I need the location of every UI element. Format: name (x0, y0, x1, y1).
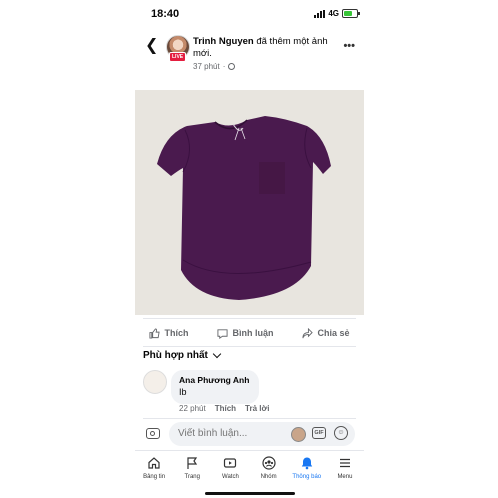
status-bar: 18:40 4G (135, 0, 364, 28)
share-button[interactable]: Chia sẻ (302, 327, 350, 339)
comment-like-button[interactable]: Thích (215, 404, 236, 413)
author-name[interactable]: Trinh Nguyen (193, 36, 254, 47)
home-indicator (205, 492, 295, 495)
gif-button[interactable]: GIF (312, 427, 326, 439)
comment-reply-button[interactable]: Trả lời (245, 404, 269, 413)
tab-watch[interactable]: Watch (211, 450, 249, 490)
comment-bubble[interactable]: Ana Phương Anh Ib (171, 370, 260, 404)
groups-icon (261, 456, 276, 470)
post-photo[interactable] (135, 90, 364, 315)
signal-icon (314, 9, 326, 18)
bell-icon (301, 457, 312, 470)
comment-text: Ib (179, 387, 187, 397)
battery-icon (342, 9, 360, 18)
tab-notifications[interactable]: Thông báo (288, 450, 326, 490)
tab-label: Bảng tin (143, 474, 166, 480)
share-icon (302, 327, 314, 338)
tab-label: Trang (184, 474, 200, 480)
status-indicators: 4G (314, 9, 360, 18)
comment-composer: GIF ☺ (135, 420, 364, 450)
more-options-icon[interactable]: ••• (343, 40, 355, 52)
tab-label: Menu (337, 474, 353, 480)
comment-icon (217, 328, 229, 339)
comment-sort-label: Phù hợp nhất (143, 350, 208, 361)
commenter-name[interactable]: Ana Phương Anh (179, 375, 249, 386)
comment-label: Bình luận (232, 328, 274, 338)
home-icon (148, 457, 160, 469)
tab-menu[interactable]: Menu (326, 450, 364, 490)
comment-time: 22 phút (179, 404, 206, 413)
post-author-line: Trinh Nguyen đã thêm một ảnh mới. (193, 36, 333, 60)
flag-icon (187, 457, 198, 469)
divider (143, 418, 356, 419)
post-meta: 37 phút · (193, 62, 236, 71)
status-time: 18:40 (151, 8, 180, 20)
tab-pages[interactable]: Trang (173, 450, 211, 490)
post-time[interactable]: 37 phút (193, 62, 220, 71)
back-arrow-icon[interactable]: ❮ (145, 38, 158, 54)
divider (143, 346, 356, 347)
comment-input[interactable] (169, 422, 355, 446)
comment-button[interactable]: Bình luận (217, 328, 273, 339)
avatar-sticker-icon[interactable] (291, 427, 306, 442)
menu-icon (339, 458, 350, 468)
tab-label: Watch (222, 474, 239, 480)
tab-label: Thông báo (292, 474, 322, 480)
tab-home[interactable]: Bảng tin (135, 450, 173, 490)
live-badge: LIVE (169, 52, 187, 62)
comment-sort-dropdown[interactable]: Phù hợp nhất (143, 349, 222, 361)
post-header: ❮ LIVE Trinh Nguyen đã thêm một ảnh mới.… (135, 34, 364, 78)
commenter-avatar[interactable] (143, 370, 167, 394)
meta-separator: · (222, 62, 226, 71)
tab-groups[interactable]: Nhóm (250, 450, 288, 490)
phone-screen: 18:40 4G ❮ LIVE Trinh Nguyen đã thêm một… (135, 0, 364, 498)
chevron-down-icon (212, 349, 222, 359)
comment-meta: 22 phút Thích Trả lời (179, 404, 269, 413)
globe-icon (228, 63, 236, 70)
bottom-tab-bar: Bảng tin Trang Watch Nhóm Thông báo Menu (135, 450, 364, 490)
divider (143, 318, 356, 319)
tab-label: Nhóm (260, 474, 277, 480)
share-label: Chia sẻ (317, 328, 350, 338)
like-button[interactable]: Thích (149, 327, 189, 339)
shirt-image (135, 90, 364, 315)
watch-icon (224, 458, 237, 468)
network-label: 4G (328, 9, 339, 18)
camera-icon[interactable] (146, 428, 160, 439)
post-actions: Thích Bình luận Chia sẻ (135, 322, 364, 344)
emoji-icon[interactable]: ☺ (334, 426, 348, 440)
like-label: Thích (164, 328, 189, 338)
thumbs-up-icon (149, 327, 161, 339)
